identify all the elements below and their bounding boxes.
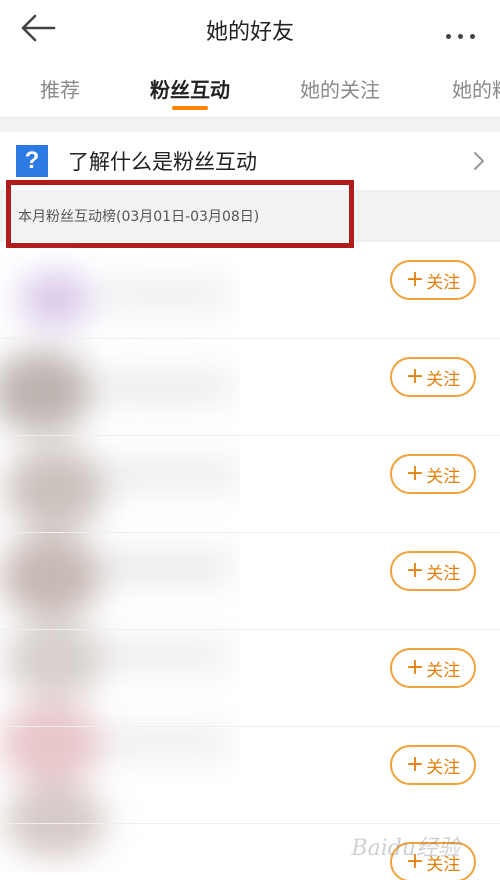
- chevron-right-icon: [474, 152, 484, 170]
- list-item: + 关注: [0, 436, 500, 533]
- follow-button[interactable]: + 关注: [390, 357, 476, 397]
- plus-icon: +: [405, 558, 425, 583]
- more-dots-icon: [458, 34, 463, 39]
- more-dots-icon: [446, 34, 451, 39]
- active-tab-indicator: [172, 106, 208, 110]
- plus-icon: +: [405, 364, 425, 389]
- plus-icon: +: [405, 267, 425, 292]
- plus-icon: +: [405, 655, 425, 680]
- follow-button[interactable]: + 关注: [390, 745, 476, 785]
- more-button[interactable]: [446, 24, 482, 39]
- follow-button[interactable]: + 关注: [390, 648, 476, 688]
- plus-icon: +: [405, 461, 425, 486]
- tab-bar: 推荐 粉丝互动 她的关注 她的粉: [0, 58, 500, 118]
- follow-button[interactable]: + 关注: [390, 454, 476, 494]
- list-item: + 关注: [0, 630, 500, 727]
- follow-button[interactable]: + 关注: [390, 260, 476, 300]
- divider: [0, 118, 500, 132]
- highlight-annotation-box: [6, 180, 354, 248]
- page-title: 她的好友: [205, 20, 294, 45]
- plus-icon: +: [405, 752, 425, 777]
- list-item: + 关注: [0, 242, 500, 339]
- top-bar: 她的好友: [0, 0, 500, 58]
- help-text: 了解什么是粉丝互动: [68, 150, 257, 174]
- more-dots-icon: [470, 34, 475, 39]
- watermark-logo: Baidu经验: [351, 836, 460, 861]
- list-item: + 关注: [0, 727, 500, 824]
- fan-list: + 关注 + 关注 + 关注 + 关注 + 关注 + 关注 + 关注: [0, 242, 500, 880]
- question-icon: ?: [16, 145, 48, 177]
- tab-her-following[interactable]: 她的关注: [300, 74, 380, 103]
- tab-recommend[interactable]: 推荐: [40, 74, 80, 103]
- tab-fan-interaction[interactable]: 粉丝互动: [150, 74, 230, 103]
- list-item: + 关注: [0, 533, 500, 630]
- tab-her-fans[interactable]: 她的粉: [452, 74, 500, 103]
- follow-button[interactable]: + 关注: [390, 551, 476, 591]
- list-item: + 关注: [0, 339, 500, 436]
